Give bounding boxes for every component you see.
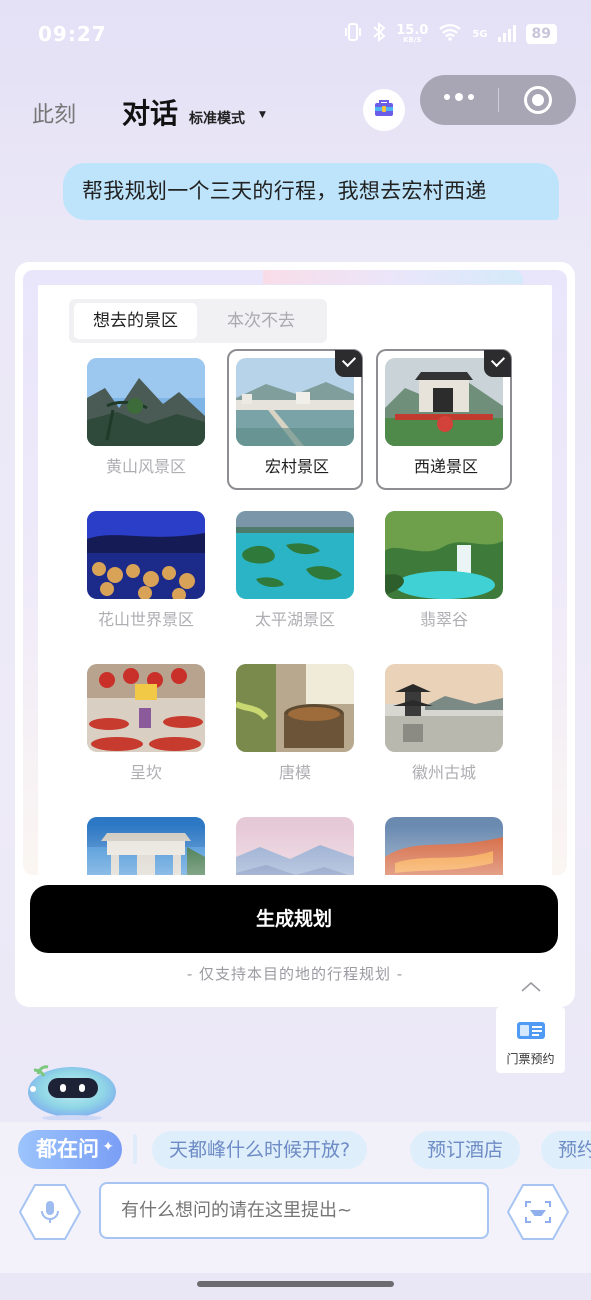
scenic-spot-card[interactable]: 唐模 [227,655,363,796]
trip-planner-card: 想去的景区 本次不去 黄山风景区 宏村景区 西递景区 花山世界景区 太平湖景区 翡翠谷 呈坎… [15,262,575,1007]
checkmark-icon [335,350,362,377]
status-time: 09:27 [38,22,107,46]
scenic-spot-card[interactable]: 太平湖景区 [227,502,363,643]
battery-level: 89 [525,24,557,44]
scenic-spot-name: 唐模 [278,763,311,782]
scenic-spot-name: 花山世界景区 [97,610,194,629]
chevron-up-icon[interactable] [520,976,542,998]
suggestion-chip[interactable]: 预约 [541,1131,591,1169]
scenic-spot-name: 翡翠谷 [419,610,468,629]
hot-questions-chip[interactable]: 都在问 ✦ [18,1130,122,1169]
net-speed-unit: KB/S [403,36,422,44]
scenic-spot-name: 西递景区 [413,457,478,476]
more-dots-icon[interactable] [444,93,474,101]
chip-divider [133,1134,137,1164]
status-icons: 15.0 KB/S 5G 89 [344,21,557,46]
net-speed: 15.0 KB/S [396,24,428,44]
scroll-fade [38,825,552,875]
scenic-spot-name: 黄山风景区 [105,457,186,476]
scenic-spot-name: 呈坎 [129,763,162,782]
generate-plan-button[interactable]: 生成规划 [30,885,558,953]
scenic-spot-photo [236,511,354,599]
ticket-booking-widget[interactable]: 门票预约 [496,1007,565,1073]
status-bar: 09:27 15.0 KB/S 5G 89 [0,0,591,70]
scenic-spot-name: 宏村景区 [264,457,329,476]
signal-icon [497,25,516,42]
scenic-spot-card[interactable]: 翡翠谷 [376,502,512,643]
tab-now[interactable]: 此刻 [32,97,76,129]
scenic-spot-card[interactable]: 西递景区 [376,349,512,490]
suggestion-chip[interactable]: 天都峰什么时候开放? [152,1131,368,1169]
bluetooth-icon [372,21,386,46]
scenic-spot-name: 徽州古城 [411,763,476,782]
card-inner: 想去的景区 本次不去 黄山风景区 宏村景区 西递景区 花山世界景区 太平湖景区 翡翠谷 呈坎… [38,285,552,875]
suggested-questions-bar: 都在问 ✦ 天都峰什么时候开放? 预订酒店 预约 [0,1122,591,1177]
scenic-spot-photo [87,358,205,446]
ticket-book-icon [516,1019,546,1045]
wifi-icon [438,23,462,45]
ticket-booking-label: 门票预约 [506,1052,555,1066]
checkmark-icon [484,350,511,377]
question-input[interactable] [99,1182,489,1239]
scenic-spot-photo [385,664,503,752]
shopping-bag-button[interactable] [363,89,405,131]
scenic-spot-card[interactable]: 花山世界景区 [78,502,214,643]
scenic-spot-card[interactable]: 黄山风景区 [78,349,214,490]
generate-note: - 仅支持本目的地的行程规划 - [186,965,404,983]
sparkle-icon: ✦ [102,1139,114,1155]
home-indicator[interactable] [197,1281,394,1287]
scan-button[interactable] [506,1183,570,1241]
scenic-spot-card[interactable]: 宏村景区 [227,349,363,490]
mode-selector[interactable]: 标准模式 [189,108,245,128]
scenic-spot-card[interactable]: 徽州古城 [376,655,512,796]
vibrate-icon [344,22,362,46]
user-message-bubble: 帮我规划一个三天的行程，我想去宏村西递 [63,163,559,220]
scenic-spot-photo [236,664,354,752]
scenic-spot-card[interactable]: 呈坎 [78,655,214,796]
network-type: 5G [472,28,488,40]
suggestion-chip[interactable]: 预订酒店 [410,1131,521,1169]
scenic-spot-photo [87,664,205,752]
caret-down-icon[interactable]: ▼ [259,110,266,120]
tab-chat[interactable]: 对话 [122,92,178,132]
scenic-spot-photo [385,511,503,599]
capsule-divider [498,88,499,112]
assistant-robot-avatar[interactable] [22,1060,116,1121]
scenic-spot-photo [87,511,205,599]
voice-input-button[interactable] [18,1183,82,1241]
spot-grid: 黄山风景区 宏村景区 西递景区花山世界景区 太平湖景区 翡翠谷呈坎 唐模 徽州古城 [38,285,552,875]
target-icon[interactable] [524,86,552,114]
mini-program-capsule [420,75,576,125]
scenic-spot-name: 太平湖景区 [254,610,335,629]
hot-questions-label: 都在问 [36,1137,99,1161]
shopping-bag-icon [373,98,395,122]
input-bar [0,1177,591,1273]
